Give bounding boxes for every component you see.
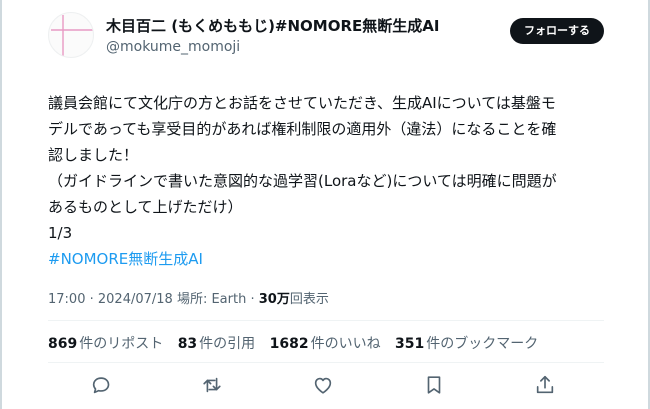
tweet-time[interactable]: 17:00 (48, 292, 85, 307)
meta-separator: · (250, 292, 259, 307)
bookmark-label: 件のブックマーク (426, 336, 539, 352)
repost-count: 869 (48, 336, 78, 352)
hashtag-link[interactable]: #NOMORE無断生成AI (48, 246, 618, 272)
author-display-name[interactable]: 木目百二 (もくめももじ)#NOMORE無断生成AI (106, 16, 439, 36)
author-handle[interactable]: @mokume_momoji (106, 37, 439, 57)
tweet-text-line: 議員会館にて文化庁の方とお話をさせていただき、生成AIについては基盤モ (48, 94, 556, 112)
quote-count: 83 (177, 336, 198, 352)
tweet-date[interactable]: 2024/07/18 (98, 292, 173, 307)
tweet-meta: 17:00 · 2024/07/18 場所: Earth · 30万回表示 (48, 288, 329, 307)
tweet-text-line: 1/3 (48, 224, 73, 242)
tweet-text-line: 認しました！ (48, 146, 139, 164)
tweet-location: 場所: Earth (176, 292, 247, 307)
repost-stat[interactable]: 869 件のリポスト (48, 333, 163, 353)
repost-icon (203, 377, 221, 393)
engagement-stats: 869 件のリポスト 83 件の引用 1682 件のいいね 351 件のブックマーク (48, 333, 548, 353)
avatar[interactable] (48, 12, 94, 58)
bookmark-stat[interactable]: 351 件のブックマーク (395, 333, 538, 353)
action-bar (48, 374, 604, 402)
reply-icon (92, 377, 110, 394)
like-stat[interactable]: 1682 件のいいね (270, 333, 381, 353)
like-count: 1682 (269, 336, 309, 352)
repost-label: 件のリポスト (79, 336, 164, 352)
views-count: 30万 (258, 292, 290, 307)
share-icon (536, 375, 554, 394)
bookmark-button[interactable] (423, 374, 449, 400)
share-button[interactable] (534, 374, 560, 400)
like-label: 件のいいね (310, 336, 381, 352)
avatar-image (51, 15, 93, 57)
tweet-text-line: デルであっても享受目的があれば権利制限の適用外（違法）になることを確 (48, 120, 557, 138)
tweet-header: 木目百二 (もくめももじ)#NOMORE無断生成AI @mokume_momoj… (48, 10, 604, 62)
like-icon (314, 377, 332, 394)
repost-button[interactable] (201, 374, 227, 400)
tweet-text-line: あるものとして上げただけ） (48, 198, 243, 216)
left-border (0, 0, 2, 409)
follow-button[interactable]: フォローする (510, 18, 604, 44)
bookmark-count: 351 (395, 336, 425, 352)
like-button[interactable] (312, 374, 338, 400)
author-block: 木目百二 (もくめももじ)#NOMORE無断生成AI @mokume_momoj… (106, 16, 439, 57)
quote-label: 件の引用 (199, 336, 256, 352)
tweet-text-line: （ガイドラインで書いた意図的な過学習(Loraなど)については明確に問題が (48, 172, 557, 190)
views-label: 回表示 (289, 292, 329, 307)
divider (48, 320, 604, 321)
quote-stat[interactable]: 83 件の引用 (178, 333, 255, 353)
reply-button[interactable] (90, 374, 116, 400)
divider (48, 362, 604, 363)
bookmark-icon (427, 376, 441, 394)
tweet-text: 議員会館にて文化庁の方とお話をさせていただき、生成AIについては基盤モ デルであ… (48, 90, 618, 272)
meta-separator: · (89, 292, 98, 307)
